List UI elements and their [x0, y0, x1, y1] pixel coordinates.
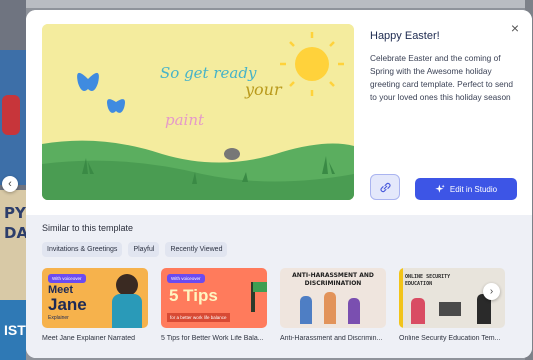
template-caption: Anti-Harassment and Discrimin...	[280, 335, 383, 342]
background-card: IST	[0, 300, 26, 360]
chip-invitations[interactable]: Invitations & Greetings	[42, 242, 123, 257]
template-card[interactable]: With voiceover Meet Jane Explainer Meet …	[42, 268, 148, 342]
laptop	[439, 302, 461, 316]
voiceover-badge: With voiceover	[167, 274, 205, 283]
template-thumbnail: With voiceover Meet Jane Explainer	[42, 268, 148, 328]
template-description: Celebrate Easter and the coming of Sprin…	[370, 53, 513, 102]
preview-illustration: So get ready your paint	[42, 24, 354, 200]
link-icon	[379, 182, 391, 192]
thumbnail-title2: DISCRIMINATION	[304, 280, 362, 287]
figure	[411, 298, 425, 324]
chip-list: Invitations & Greetings Playful Recently…	[42, 242, 228, 257]
background-text: IST	[4, 322, 26, 338]
template-caption: Online Security Education Tem...	[399, 335, 501, 342]
thumbnail-title: ANTI-HARASSMENT AND	[292, 272, 374, 279]
chevron-right-icon[interactable]: ›	[483, 283, 500, 300]
preview-text-line3: paint	[165, 111, 205, 129]
preview-text-line1: So get ready	[160, 64, 257, 82]
sparkle-icon	[435, 184, 445, 193]
character-body	[112, 294, 142, 328]
template-preview: So get ready your paint	[42, 24, 354, 200]
template-thumbnail: ANTI-HARASSMENT AND DISCRIMINATION	[280, 268, 386, 328]
figure	[324, 292, 336, 324]
accent-stripe	[399, 268, 403, 328]
template-caption: 5 Tips for Better Work Life Bala...	[161, 335, 264, 342]
background-top-strip	[0, 0, 533, 8]
similar-heading: Similar to this template	[42, 223, 134, 233]
template-modal: × So get ready your paint Happy Easter! …	[26, 10, 532, 358]
thumbnail-subtitle: Explainer	[48, 315, 69, 321]
thumbnail-title: 5 Tips	[169, 286, 218, 305]
background-text: DAY	[4, 224, 26, 242]
figure	[348, 298, 360, 324]
thumbnail-subtitle: for a better work life balance	[167, 313, 230, 322]
similar-templates-section: Similar to this template Invitations & G…	[26, 215, 532, 358]
template-card-list: With voiceover Meet Jane Explainer Meet …	[42, 268, 505, 342]
character-head	[116, 274, 138, 296]
thumbnail-title: ONLINE SECURITY	[405, 274, 451, 280]
voiceover-badge: With voiceover	[48, 274, 86, 283]
figure	[300, 296, 312, 324]
template-card[interactable]: With voiceover 5 Tips for a better work …	[161, 268, 267, 342]
template-card[interactable]: ANTI-HARASSMENT AND DISCRIMINATION Anti-…	[280, 268, 386, 342]
background-card: PY DAY	[0, 190, 26, 300]
thumbnail-title2: EDUCATION	[405, 281, 433, 287]
template-card[interactable]: ONLINE SECURITY EDUCATION Online Securit…	[399, 268, 505, 342]
template-title: Happy Easter!	[370, 30, 440, 42]
thumbnail-title2: Jane	[48, 295, 87, 314]
background-text: PY	[4, 204, 26, 222]
chip-playful[interactable]: Playful	[128, 242, 160, 257]
background-block	[2, 95, 20, 135]
copy-link-button[interactable]	[370, 174, 400, 200]
edit-in-studio-button[interactable]: Edit in Studio	[415, 178, 517, 200]
preview-text-line2: your	[244, 80, 283, 99]
chip-recently-viewed[interactable]: Recently Viewed	[165, 242, 228, 257]
template-thumbnail: With voiceover 5 Tips for a better work …	[161, 268, 267, 328]
chevron-left-icon[interactable]: ‹	[2, 176, 18, 192]
edit-in-studio-label: Edit in Studio	[449, 184, 498, 194]
template-detail: × So get ready your paint Happy Easter! …	[26, 10, 532, 215]
close-icon[interactable]: ×	[508, 21, 522, 35]
template-caption: Meet Jane Explainer Narrated	[42, 335, 135, 342]
flag	[253, 282, 267, 292]
